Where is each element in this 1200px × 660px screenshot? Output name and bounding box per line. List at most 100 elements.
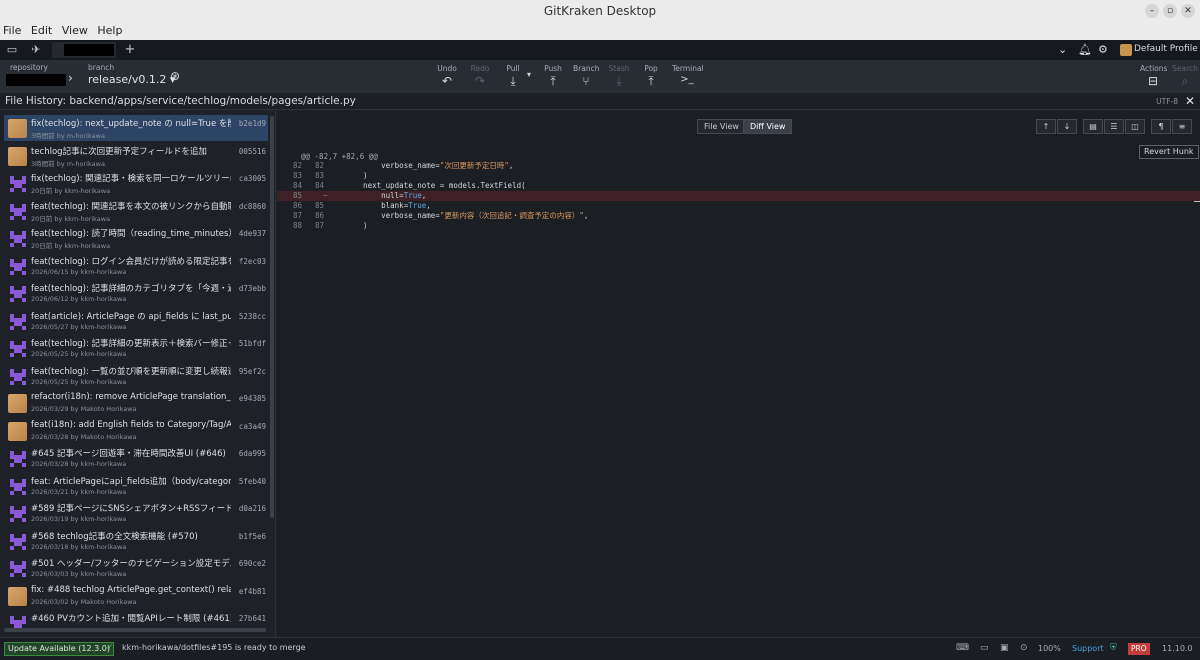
diff-line[interactable]: 88 87 ) (277, 221, 1200, 231)
revert-hunk-button[interactable]: Revert Hunk (1139, 145, 1199, 159)
commit-row[interactable]: feat(techlog): 記事詳細のカテゴリタブを「今週・過去3...202… (4, 280, 268, 306)
new-line-number: 86 (315, 211, 325, 220)
whitespace-icon[interactable]: ¶ (1151, 119, 1171, 134)
commit-meta: 2026/03/21 by kkm-horikawa (31, 487, 127, 496)
bell-icon[interactable]: 🔔︎ (1078, 43, 1092, 56)
diff-line[interactable]: 87 86 verbose_name="更新内容（次回追記・調査予定の内容）", (277, 211, 1200, 221)
minimize-icon[interactable]: – (1145, 4, 1159, 18)
commit-meta: 2026/03/29 by Makoto Horikawa (31, 405, 137, 413)
commit-row[interactable]: feat(techlog): 読了時間（reading_time_minutes… (4, 225, 268, 251)
diff-view-toggle[interactable]: Diff View (743, 119, 793, 134)
commit-meta: 2026/03/28 by Makoto Horikawa (31, 432, 137, 441)
commit-row[interactable]: #460 PVカウント追加・閲覧APIレート制限 (#461) 27b641 (4, 610, 268, 636)
commit-row[interactable]: #645 記事ページ回遊率・滞在時間改善UI (#646) 2026/03/28 … (4, 445, 268, 471)
zoom-icon[interactable]: ⊙ (1020, 643, 1028, 653)
commit-row[interactable]: refactor(i18n): remove ArticlePage trans… (4, 390, 268, 416)
terminal-icon[interactable]: >_ (678, 74, 696, 85)
split-view-icon[interactable]: ◫ (1125, 119, 1145, 134)
diff-line[interactable]: 82 82 verbose_name="次回更新予定日時", (277, 161, 1200, 171)
redo-label: Redo (470, 64, 490, 73)
file-view-toggle[interactable]: File View (697, 119, 746, 134)
layout-alt-icon[interactable]: ▣ (1000, 643, 1009, 653)
profile-name[interactable]: Default Profile (1134, 44, 1198, 54)
commit-list-hscrollbar[interactable] (4, 628, 266, 632)
commit-row[interactable]: #568 techlog記事の全文検索機能 (#570) 2026/03/18 b… (4, 528, 268, 554)
hunk-view-icon[interactable]: ▤ (1083, 119, 1103, 134)
zoom-level[interactable]: 100% (1038, 644, 1061, 653)
old-line-number: 87 (293, 211, 303, 220)
commit-row[interactable]: feat(techlog): 関連記事を本文の被リンクから自動取得... 20日前… (4, 198, 268, 224)
diff-line[interactable]: 84 84 next_update_note = models.TextField… (277, 181, 1200, 191)
commit-row[interactable]: feat(i18n): add English fields to Catego… (4, 418, 268, 444)
update-available-button[interactable]: Update Available (12.3.0) (4, 642, 114, 656)
chevron-down-icon[interactable]: ⌄ (1058, 43, 1067, 56)
commit-message: feat(techlog): ログイン会員だけが読める限定記事を追... (31, 256, 231, 267)
pop-label: Pop (644, 64, 658, 73)
commit-row[interactable]: fix(techlog): next_update_note の null=Tr… (4, 115, 268, 141)
menu-view[interactable]: View (59, 22, 91, 37)
add-tab-button[interactable]: + (120, 42, 140, 58)
status-message[interactable]: kkm-horikawa/dotfiles#195 is ready to me… (122, 643, 306, 652)
redo-icon[interactable]: ↷ (473, 74, 487, 88)
encoding-label[interactable]: UTF-8 (1156, 93, 1178, 110)
diff-line[interactable]: 86 85 blank=True, (277, 201, 1200, 211)
stash-icon[interactable]: ⤓ (612, 74, 626, 89)
search-label: Search (1172, 64, 1198, 73)
commit-row[interactable]: fix(techlog): 関連記事・検索を同一ロケールツリーに限... 20日前… (4, 170, 268, 196)
search-icon[interactable]: ⌕ (1178, 74, 1192, 89)
profile-avatar[interactable] (1120, 44, 1132, 56)
commit-sha: 27b641 (238, 614, 266, 623)
branch-settings-icon[interactable]: ⊛ (170, 69, 180, 83)
pull-icon[interactable]: ⤓ (506, 74, 520, 89)
diff-line[interactable]: 83 83 ) (277, 171, 1200, 181)
commit-sha: ca3a49 (238, 421, 266, 431)
author-avatar (8, 146, 27, 166)
commit-list[interactable]: fix(techlog): next_update_note の null=Tr… (0, 111, 276, 637)
commit-row[interactable]: feat(techlog): ログイン会員だけが読める限定記事を追... 2026… (4, 253, 268, 279)
minimap-marker (1194, 201, 1200, 202)
commit-row[interactable]: fix: #488 techlog ArticlePage.get_contex… (4, 583, 268, 609)
commit-row[interactable]: #501 ヘッダー/フッターのナビゲーション設定モデル追...2026/03/0… (4, 555, 268, 581)
pop-icon[interactable]: ⤒ (644, 74, 658, 89)
branch-selector[interactable]: release/v0.1.2 ▾ (88, 73, 175, 86)
rocket-icon[interactable]: ✈ (26, 42, 46, 58)
new-line-number: 83 (315, 171, 325, 180)
inline-view-icon[interactable]: ☰ (1104, 119, 1124, 134)
commit-sha: 51bfdf (238, 339, 266, 348)
next-change-button[interactable]: ↓ (1057, 119, 1077, 134)
commit-row[interactable]: feat(techlog): 一覧の並び順を更新順に変更し続報追記... 2026… (4, 363, 268, 389)
commit-row[interactable]: feat: ArticlePageにapi_fields追加（body/cate… (4, 473, 268, 499)
pro-badge[interactable]: PRO (1128, 643, 1150, 655)
commit-row[interactable]: #589 記事ページにSNSシェアボタン+RSSフィードを追...2026/03… (4, 500, 268, 526)
commit-sha: ca3005 (238, 174, 266, 183)
close-window-icon[interactable]: ✕ (1181, 4, 1195, 18)
file-history-title: File History: backend/apps/service/techl… (5, 95, 356, 107)
wrap-lines-icon[interactable]: ≡ (1172, 119, 1192, 134)
gear-icon[interactable]: ⚙ (1098, 43, 1108, 56)
previous-change-button[interactable]: ↑ (1036, 119, 1056, 134)
commit-sha: 005516 (238, 146, 266, 156)
keyboard-icon[interactable]: ⌨ (956, 643, 969, 653)
undo-icon[interactable]: ↶ (440, 74, 454, 88)
layout-icon[interactable]: ▭ (980, 643, 989, 653)
commit-row[interactable]: feat(techlog): 記事詳細の更新表示＋検索バー修正＋英... 2026… (4, 335, 268, 361)
support-link[interactable]: Support (1072, 644, 1104, 653)
maximize-icon[interactable]: ▫ (1163, 4, 1177, 18)
pull-dropdown-icon[interactable]: ▾ (527, 70, 531, 79)
commit-sha: b1f5e6 (238, 531, 266, 541)
push-icon[interactable]: ⤒ (546, 74, 560, 89)
menu-file[interactable]: File (0, 22, 24, 37)
commit-row[interactable]: techlog記事に次回更新予定フィールドを追加 3時間前 by m-horika… (4, 143, 268, 169)
folder-icon[interactable]: ▭ (2, 42, 22, 58)
commit-row[interactable]: feat(article): ArticlePage の api_fields … (4, 308, 268, 334)
repo-tab[interactable] (52, 42, 116, 58)
branch-icon[interactable]: ⑂ (579, 74, 593, 88)
commit-message: feat: ArticlePageにapi_fields追加（body/cate… (31, 476, 231, 487)
menu-help[interactable]: Help (94, 22, 125, 37)
repository-name[interactable] (6, 74, 66, 86)
menu-edit[interactable]: Edit (28, 22, 55, 37)
close-file-history-icon[interactable]: ✕ (1185, 93, 1195, 110)
commit-list-scrollbar[interactable] (270, 116, 274, 518)
diff-line[interactable]: 85 − null=True, (277, 191, 1200, 201)
actions-icon[interactable]: ⊟ (1146, 74, 1160, 88)
